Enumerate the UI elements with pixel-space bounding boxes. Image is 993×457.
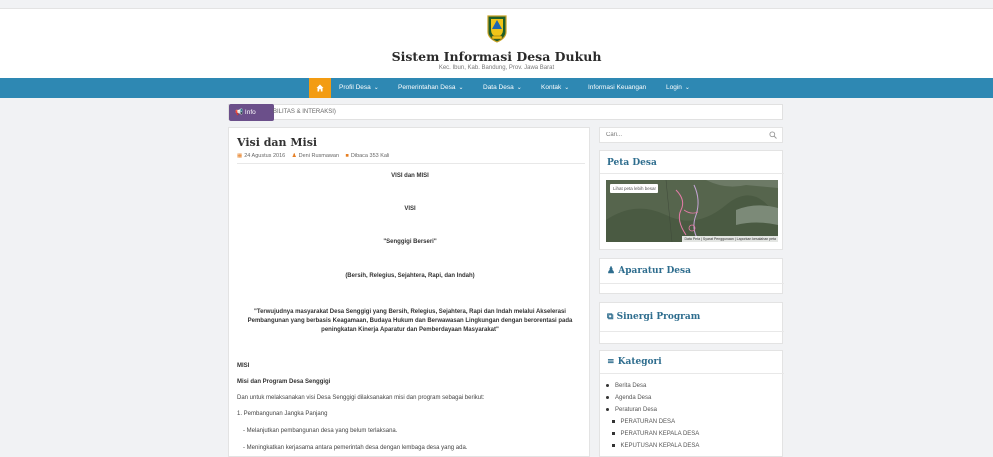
chevron-down-icon: ⌄ [684, 85, 690, 91]
peta-desa-widget: Peta Desa Lihat peta lebih besar Data Pe… [599, 150, 784, 250]
kategori-sublabel: KEPUTUSAN KEPALA DESA [620, 443, 700, 449]
bullet [612, 432, 615, 435]
kategori-subitem[interactable]: KEPUTUSAN KEPALA DESA [612, 443, 699, 449]
misi-intro: Dan untuk melaksanakan visi Desa Senggig… [237, 395, 485, 401]
sinergi-program-widget: ⧉ Sinergi Program [599, 302, 784, 344]
external-link-icon: ⧉ [607, 312, 614, 322]
vision-statement: "Terwujudnya masyarakat Desa Senggigi ya… [247, 309, 573, 333]
kategori-widget: ≡ Kategori Berita Desa Agenda Desa Perat… [599, 350, 784, 457]
kategori-title: Kategori [617, 357, 662, 367]
chevron-down-icon: ⌄ [516, 85, 522, 91]
nav-label: Informasi Keuangan [588, 84, 647, 91]
home-icon [316, 84, 324, 92]
site-subtitle: Kec. Ibun, Kab. Bandung, Prov. Jawa Bara… [438, 65, 555, 71]
aparatur-desa-title: Aparatur Desa [618, 266, 691, 276]
divider [600, 331, 784, 332]
article-heading: VISI dan MISI [391, 173, 429, 179]
article-date: 24 Agustus 2016 [244, 153, 286, 159]
article-meta: ▦ 24 Agustus 2016 ♟ Deni Rusmawan ■ Dibaca … [237, 153, 389, 159]
info-button[interactable]: 📢 Info [229, 104, 274, 121]
article-author[interactable]: Deni Rusmawan [299, 153, 339, 159]
nav-label: Data Desa [483, 84, 514, 91]
search-input[interactable] [600, 128, 770, 142]
bullet [606, 383, 609, 387]
village-map[interactable]: Lihat peta lebih besar Data Peta | Syara… [606, 180, 778, 242]
bullet [612, 420, 615, 423]
nav-login[interactable]: Login ⌄ [666, 78, 690, 98]
aparatur-desa-heading[interactable]: ♟ Aparatur Desa [607, 266, 691, 276]
visi-slogan-expansion: (Bersih, Relegius, Sejahtera, Rapi, dan … [345, 273, 475, 279]
nav-profil-desa[interactable]: Profil Desa ⌄ [339, 78, 379, 98]
divider [600, 283, 784, 284]
info-ticker-text[interactable]: BILITAS & INTERAKSI) [273, 105, 336, 120]
misi-subitem: - Meningkatkan kerjasama antara pemerint… [243, 445, 468, 451]
nav-label: Login [666, 84, 682, 91]
site-title[interactable]: Sistem Informasi Desa Dukuh [0, 49, 993, 64]
site-header: Sistem Informasi Desa Dukuh Kec. Ibun, K… [0, 8, 993, 78]
main-navbar: Profil Desa ⌄ Pemerintahan Desa ⌄ Data Des… [0, 78, 993, 98]
chevron-down-icon: ⌄ [373, 85, 379, 91]
visi-slogan: "Senggigi Berseri" [383, 239, 437, 245]
map-footer[interactable]: Data Peta | Syarat Penggunaan | Laporkan… [682, 236, 778, 242]
search-widget [599, 127, 783, 143]
divider [600, 373, 784, 374]
kategori-item[interactable]: Agenda Desa [606, 395, 651, 401]
kategori-heading: ≡ Kategori [607, 357, 662, 367]
info-ticker: 📢 Info BILITAS & INTERAKSI) [228, 104, 783, 121]
sinergi-program-title: Sinergi Program [616, 312, 701, 322]
regency-logo-icon[interactable] [486, 14, 508, 44]
map-enlarge-button[interactable]: Lihat peta lebih besar [610, 184, 658, 193]
kategori-sublabel: PERATURAN DESA [620, 419, 676, 425]
kategori-label: Agenda Desa [615, 395, 652, 401]
search-icon[interactable] [769, 131, 777, 139]
misi-subitem: - Melanjutkan pembangunan desa yang belu… [243, 428, 398, 434]
misi-label: MISI [237, 363, 250, 369]
kategori-sublabel: PERATURAN KEPALA DESA [620, 431, 700, 437]
aparatur-desa-widget: ♟ Aparatur Desa [599, 258, 784, 294]
nav-home-button[interactable] [309, 78, 331, 98]
misi-subheading: Misi dan Program Desa Senggigi [237, 379, 331, 385]
nav-label: Pemerintahan Desa [398, 84, 456, 91]
kategori-label: Peraturan Desa [615, 407, 658, 413]
nav-informasi-keuangan[interactable]: Informasi Keuangan [588, 78, 646, 98]
bullet [606, 395, 609, 399]
divider [600, 173, 784, 174]
nav-data-desa[interactable]: Data Desa ⌄ [483, 78, 522, 98]
list-icon: ≡ [607, 357, 615, 367]
calendar-icon: ▦ [237, 153, 243, 159]
nav-label: Kontak [541, 84, 562, 91]
kategori-subitem[interactable]: PERATURAN DESA [612, 419, 675, 425]
chevron-down-icon: ⌄ [564, 85, 570, 91]
chevron-down-icon: ⌄ [458, 85, 464, 91]
visi-label: VISI [404, 206, 416, 212]
kategori-item[interactable]: Peraturan Desa [606, 407, 657, 413]
peta-desa-title: Peta Desa [607, 158, 657, 168]
kategori-subitem[interactable]: PERATURAN KEPALA DESA [612, 431, 699, 437]
article-title[interactable]: Visi dan Misi [237, 136, 317, 149]
kategori-label: Berita Desa [615, 383, 647, 389]
bookmark-icon: ■ [345, 153, 349, 159]
article-views: Dibaca 353 Kali [350, 153, 390, 159]
top-strip [0, 0, 993, 8]
info-button-label: Info [244, 109, 256, 116]
nav-pemerintahan-desa[interactable]: Pemerintahan Desa ⌄ [398, 78, 463, 98]
article-panel: Visi dan Misi ▦ 24 Agustus 2016 ♟ Deni Rus… [228, 127, 590, 457]
nav-label: Profil Desa [339, 84, 371, 91]
kategori-item[interactable]: Berita Desa [606, 383, 646, 389]
misi-item: 1. Pembangunan Jangka Panjang [237, 411, 328, 417]
divider [237, 163, 585, 164]
bullhorn-icon: 📢 [235, 109, 244, 116]
sinergi-program-heading[interactable]: ⧉ Sinergi Program [607, 312, 700, 322]
bullet [612, 444, 615, 447]
bullet [606, 407, 609, 411]
nav-kontak[interactable]: Kontak ⌄ [541, 78, 569, 98]
user-icon: ♟ [607, 266, 616, 276]
user-icon: ♟ [291, 153, 297, 159]
